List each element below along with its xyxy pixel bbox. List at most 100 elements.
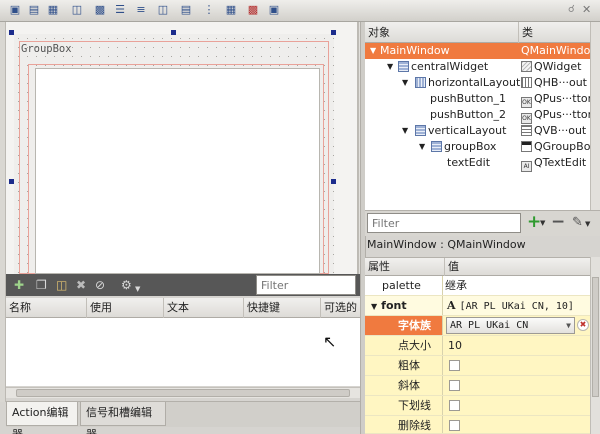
tree-object-name: textEdit [447,156,491,169]
column-header-class[interactable]: 类 [519,22,590,43]
settings-gear-icon[interactable]: ⚙ [121,278,132,292]
property-row-bold[interactable]: 粗体 [365,356,590,376]
property-row-palette[interactable]: palette 继承 [365,276,590,296]
tree-class-name: QGroupBox [534,140,597,153]
property-name: palette [365,276,443,295]
property-row-underline[interactable]: 下划线 [365,396,590,416]
column-header-name[interactable]: 名称 [6,298,87,318]
remove-property-icon[interactable]: − [551,212,565,232]
copy-action-icon[interactable]: ❐ [36,278,47,292]
column-header-value[interactable]: 值 [445,258,590,276]
new-action-icon[interactable]: ✚ [14,278,24,292]
resize-handle[interactable] [9,179,14,184]
expand-arrow-icon[interactable]: ▼ [387,59,393,75]
tree-object-name: horizontalLayout [428,76,521,89]
groupbox-class-icon [521,141,532,152]
bottom-tab-bar: Action编辑器 信号和槽编辑器 [6,401,360,434]
tree-row-groupbox[interactable]: ▼ groupBox QGroupBox [365,139,597,155]
break-layout-icon[interactable]: ▩ [246,3,260,17]
close-icon[interactable]: ✕ [582,3,591,16]
expand-arrow-icon[interactable]: ▼ [402,75,408,91]
layout-splitter-vertical-icon[interactable]: ▤ [179,3,193,17]
tree-row-horizontallayout[interactable]: ▼ horizontalLayout QHB···out [365,75,590,91]
scrollbar-thumb[interactable] [16,389,350,397]
tree-row-pushbutton-1[interactable]: pushButton_1 OK QPus···tton [365,91,595,108]
strikeout-checkbox[interactable] [449,420,460,431]
property-value[interactable]: [AR PL UKai CN, 10] [460,301,574,312]
cut-action-icon[interactable]: ✖ [76,278,86,292]
action-horizontal-scrollbar[interactable] [6,387,360,398]
resize-handle[interactable] [331,30,336,35]
bold-checkbox[interactable] [449,360,460,371]
tree-object-name: centralWidget [411,60,489,73]
property-row-strikeout[interactable]: 删除线 [365,416,590,434]
lock-icon[interactable]: ☌ [568,4,575,15]
underline-checkbox[interactable] [449,400,460,411]
property-name: 点大小 [365,336,443,355]
resize-handle[interactable] [9,30,14,35]
scrollbar-thumb[interactable] [592,277,599,397]
chevron-down-icon[interactable]: ▼ [585,220,590,228]
property-row-font[interactable]: ▼ font A [AR PL UKai CN, 10] [365,296,590,316]
column-header-checkable[interactable]: 可选的 [321,298,360,318]
edit-tab-order-icon[interactable]: ◫ [70,3,84,17]
edit-buddies-icon[interactable]: ▦ [46,3,60,17]
reset-property-icon[interactable]: ✖ [577,319,589,331]
adjust-size-icon[interactable]: ▣ [267,3,281,17]
property-row-point-size[interactable]: 点大小 10 [365,336,590,356]
property-filter-input[interactable] [367,213,521,233]
paste-action-icon[interactable]: ◫ [56,278,67,292]
edit-signals-slots-icon[interactable]: ▤ [27,3,41,17]
expand-arrow-icon[interactable]: ▼ [402,123,408,139]
property-editor-header: 属性 值 [365,257,590,276]
vertical-layout-icon [415,125,426,136]
chevron-down-icon[interactable]: ▼ [540,219,545,227]
chevron-down-icon[interactable]: ▼ [135,282,140,296]
object-inspector-scrollbar[interactable] [590,22,600,210]
resize-handle[interactable] [331,179,336,184]
expand-arrow-icon[interactable]: ▼ [370,43,376,59]
text-edit-widget[interactable] [35,68,320,274]
italic-checkbox[interactable] [449,380,460,391]
vertical-layout-icon [398,61,409,72]
property-context-label: MainWindow : QMainWindow [367,238,526,251]
tree-row-centralwidget[interactable]: ▼ centralWidget QWidget [365,59,590,75]
tree-row-verticallayout[interactable]: ▼ verticalLayout QVB···out [365,123,590,139]
property-value[interactable]: 10 [445,336,590,355]
expand-arrow-icon[interactable]: ▼ [419,139,425,155]
property-row-font-family[interactable]: 字体族 AR PL UKai CN ▼ ✖ [365,316,590,336]
font-family-combobox[interactable]: AR PL UKai CN ▼ [446,317,575,334]
hbox-class-icon [521,77,532,88]
property-editor-scrollbar[interactable] [590,257,600,434]
column-header-text[interactable]: 文本 [164,298,244,318]
property-value[interactable]: 继承 [445,276,590,295]
configure-wrench-icon[interactable]: ✎ [572,213,583,233]
action-list[interactable] [6,318,360,386]
tree-row-mainwindow[interactable]: ▼ MainWindow QMainWindow [365,43,599,59]
column-header-shortcut[interactable]: 快捷键 [244,298,321,318]
horizontal-layout-icon [415,77,426,88]
chevron-down-icon[interactable]: ▼ [566,318,571,333]
layout-grid-icon[interactable]: ⋮ [202,3,216,17]
adjust-size-small-icon[interactable]: ▩ [93,3,107,17]
column-header-property[interactable]: 属性 [365,258,445,276]
tree-row-textedit[interactable]: textEdit AI QTextEdit [365,155,590,172]
edit-widgets-icon[interactable]: ▣ [8,3,22,17]
form-editor-area: GroupBox [6,22,358,274]
column-header-used[interactable]: 使用 [87,298,164,318]
column-header-object[interactable]: 对象 [365,22,519,43]
tree-row-pushbutton-2[interactable]: pushButton_2 OK QPus···tton [365,107,595,124]
tab-action-editor[interactable]: Action编辑器 [6,402,78,434]
property-name: 粗体 [365,356,443,375]
layout-splitter-horizontal-icon[interactable]: ◫ [156,3,170,17]
layout-vertical-icon[interactable]: ≡ [134,3,148,17]
action-filter-input[interactable] [256,275,356,295]
layout-horizontal-icon[interactable]: ☰ [113,3,127,17]
layout-form-icon[interactable]: ▦ [224,3,238,17]
expand-arrow-icon[interactable]: ▼ [371,302,377,311]
delete-action-icon[interactable]: ⊘ [95,278,105,292]
tab-signal-slot-editor[interactable]: 信号和槽编辑器 [80,402,166,434]
tree-object-name: pushButton_2 [430,108,507,121]
resize-handle[interactable] [171,30,176,35]
property-row-italic[interactable]: 斜体 [365,376,590,396]
